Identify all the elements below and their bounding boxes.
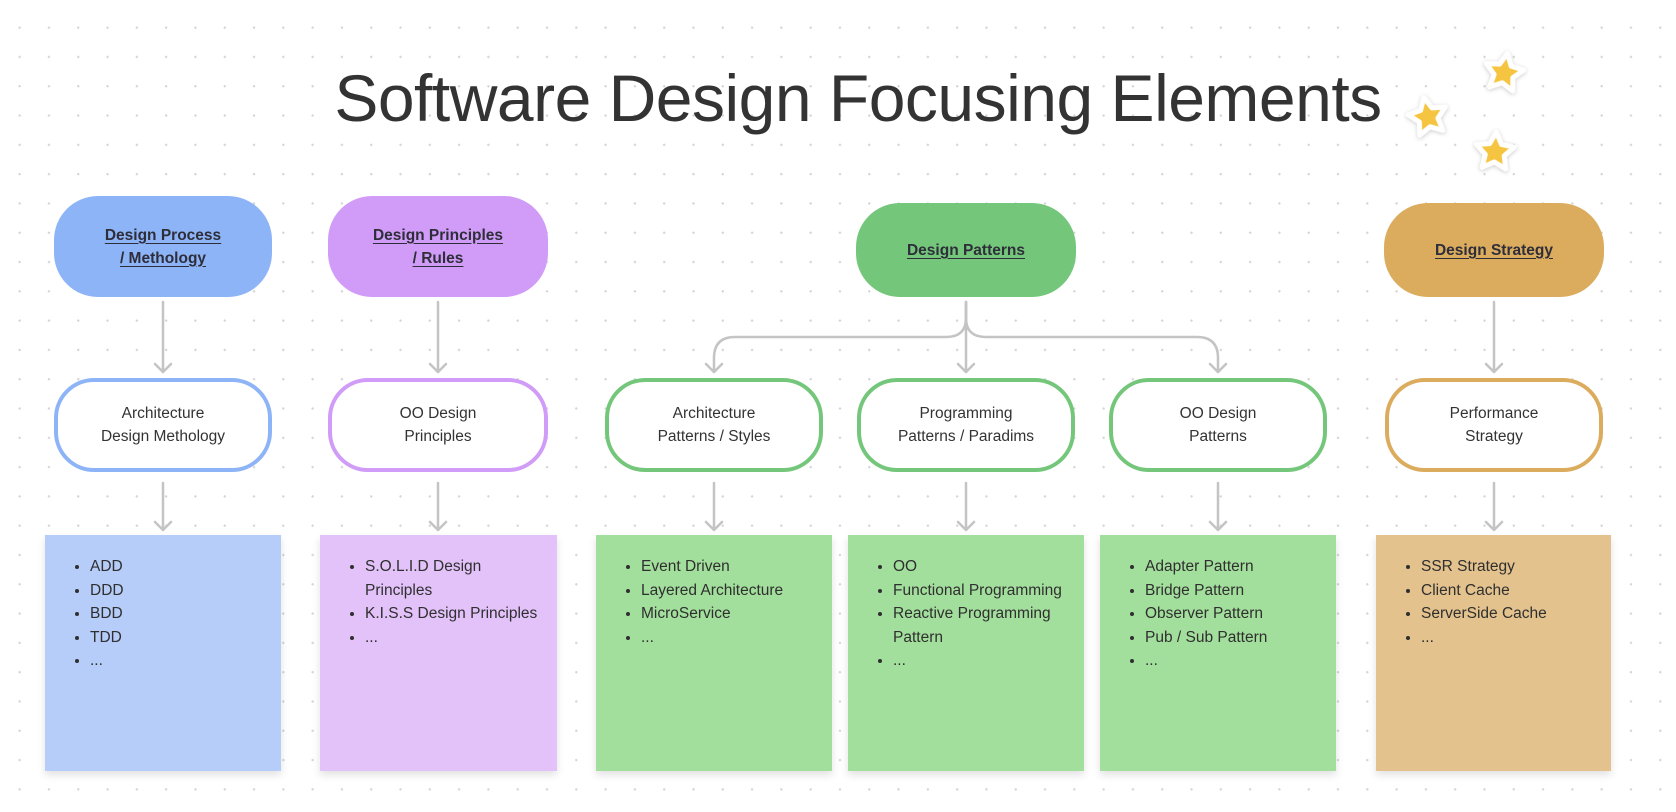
node-architecture-patterns[interactable]: Architecture Patterns / Styles (605, 378, 823, 472)
connector-arrow (704, 481, 724, 532)
list-item: BDD (90, 602, 271, 626)
node-label: Architecture Design Methology (100, 404, 226, 446)
category-design-process[interactable]: Design Process / Methology (54, 196, 272, 297)
category-heading: Design Principles / Rules (372, 226, 504, 267)
connector-arrow (956, 481, 976, 532)
node-label: Architecture Patterns / Styles (657, 404, 771, 446)
category-heading: Design Patterns (906, 241, 1025, 259)
category-design-principles[interactable]: Design Principles / Rules (328, 196, 548, 297)
list-item: Client Cache (1421, 579, 1601, 603)
list-item: ... (365, 626, 547, 650)
connector-arrow (1484, 481, 1504, 532)
list-item: MicroService (641, 602, 822, 626)
connector-arrow (153, 300, 173, 374)
category-heading: Design Strategy (1434, 241, 1553, 259)
list-item: Functional Programming (893, 579, 1074, 603)
list-item: SSR Strategy (1421, 555, 1601, 579)
node-architecture-design-methology[interactable]: Architecture Design Methology (54, 378, 272, 472)
node-oo-design-patterns[interactable]: OO Design Patterns (1109, 378, 1327, 472)
connector-arrow (153, 481, 173, 532)
list-item: TDD (90, 626, 271, 650)
note-architecture-patterns[interactable]: Event DrivenLayered ArchitectureMicroSer… (596, 535, 832, 771)
list-item: ADD (90, 555, 271, 579)
list-item: ... (1421, 626, 1601, 650)
connector-arrow (1484, 300, 1504, 374)
list-item: ... (1145, 649, 1326, 673)
list-item: Event Driven (641, 555, 822, 579)
list-item: ... (90, 649, 271, 673)
list-item: ... (641, 626, 822, 650)
connector-branch-right (964, 300, 1228, 374)
note-oo-design-principles[interactable]: S.O.L.I.D Design PrinciplesK.I.S.S Desig… (320, 535, 557, 771)
list-item: Pub / Sub Pattern (1145, 626, 1326, 650)
list-item: DDD (90, 579, 271, 603)
connector-branch-left (704, 300, 968, 374)
list-item: K.I.S.S Design Principles (365, 602, 547, 626)
node-label: Programming Patterns / Paradims (897, 404, 1035, 446)
node-oo-design-principles[interactable]: OO Design Principles (328, 378, 548, 472)
category-design-patterns[interactable]: Design Patterns (856, 203, 1076, 297)
list-item: Layered Architecture (641, 579, 822, 603)
list-item: Bridge Pattern (1145, 579, 1326, 603)
list-item: S.O.L.I.D Design Principles (365, 555, 547, 602)
note-architecture-design-methology[interactable]: ADDDDDBDDTDD... (45, 535, 281, 771)
category-heading: Design Process / Methology (104, 226, 222, 267)
note-performance-strategy[interactable]: SSR StrategyClient CacheServerSide Cache… (1376, 535, 1611, 771)
note-oo-design-patterns[interactable]: Adapter PatternBridge PatternObserver Pa… (1100, 535, 1336, 771)
connector-arrow (428, 300, 448, 374)
category-design-strategy[interactable]: Design Strategy (1384, 203, 1604, 297)
node-label: OO Design Principles (399, 404, 477, 446)
node-performance-strategy[interactable]: Performance Strategy (1385, 378, 1603, 472)
note-programming-patterns[interactable]: OOFunctional ProgrammingReactive Program… (848, 535, 1084, 771)
list-item: ServerSide Cache (1421, 602, 1601, 626)
connector-arrow (1208, 481, 1228, 532)
list-item: Reactive Programming Pattern (893, 602, 1074, 649)
list-item: Observer Pattern (1145, 602, 1326, 626)
node-programming-patterns[interactable]: Programming Patterns / Paradims (857, 378, 1075, 472)
list-item: OO (893, 555, 1074, 579)
node-label: OO Design Patterns (1179, 404, 1257, 446)
connector-arrow (428, 481, 448, 532)
list-item: ... (893, 649, 1074, 673)
node-label: Performance Strategy (1449, 404, 1539, 446)
list-item: Adapter Pattern (1145, 555, 1326, 579)
